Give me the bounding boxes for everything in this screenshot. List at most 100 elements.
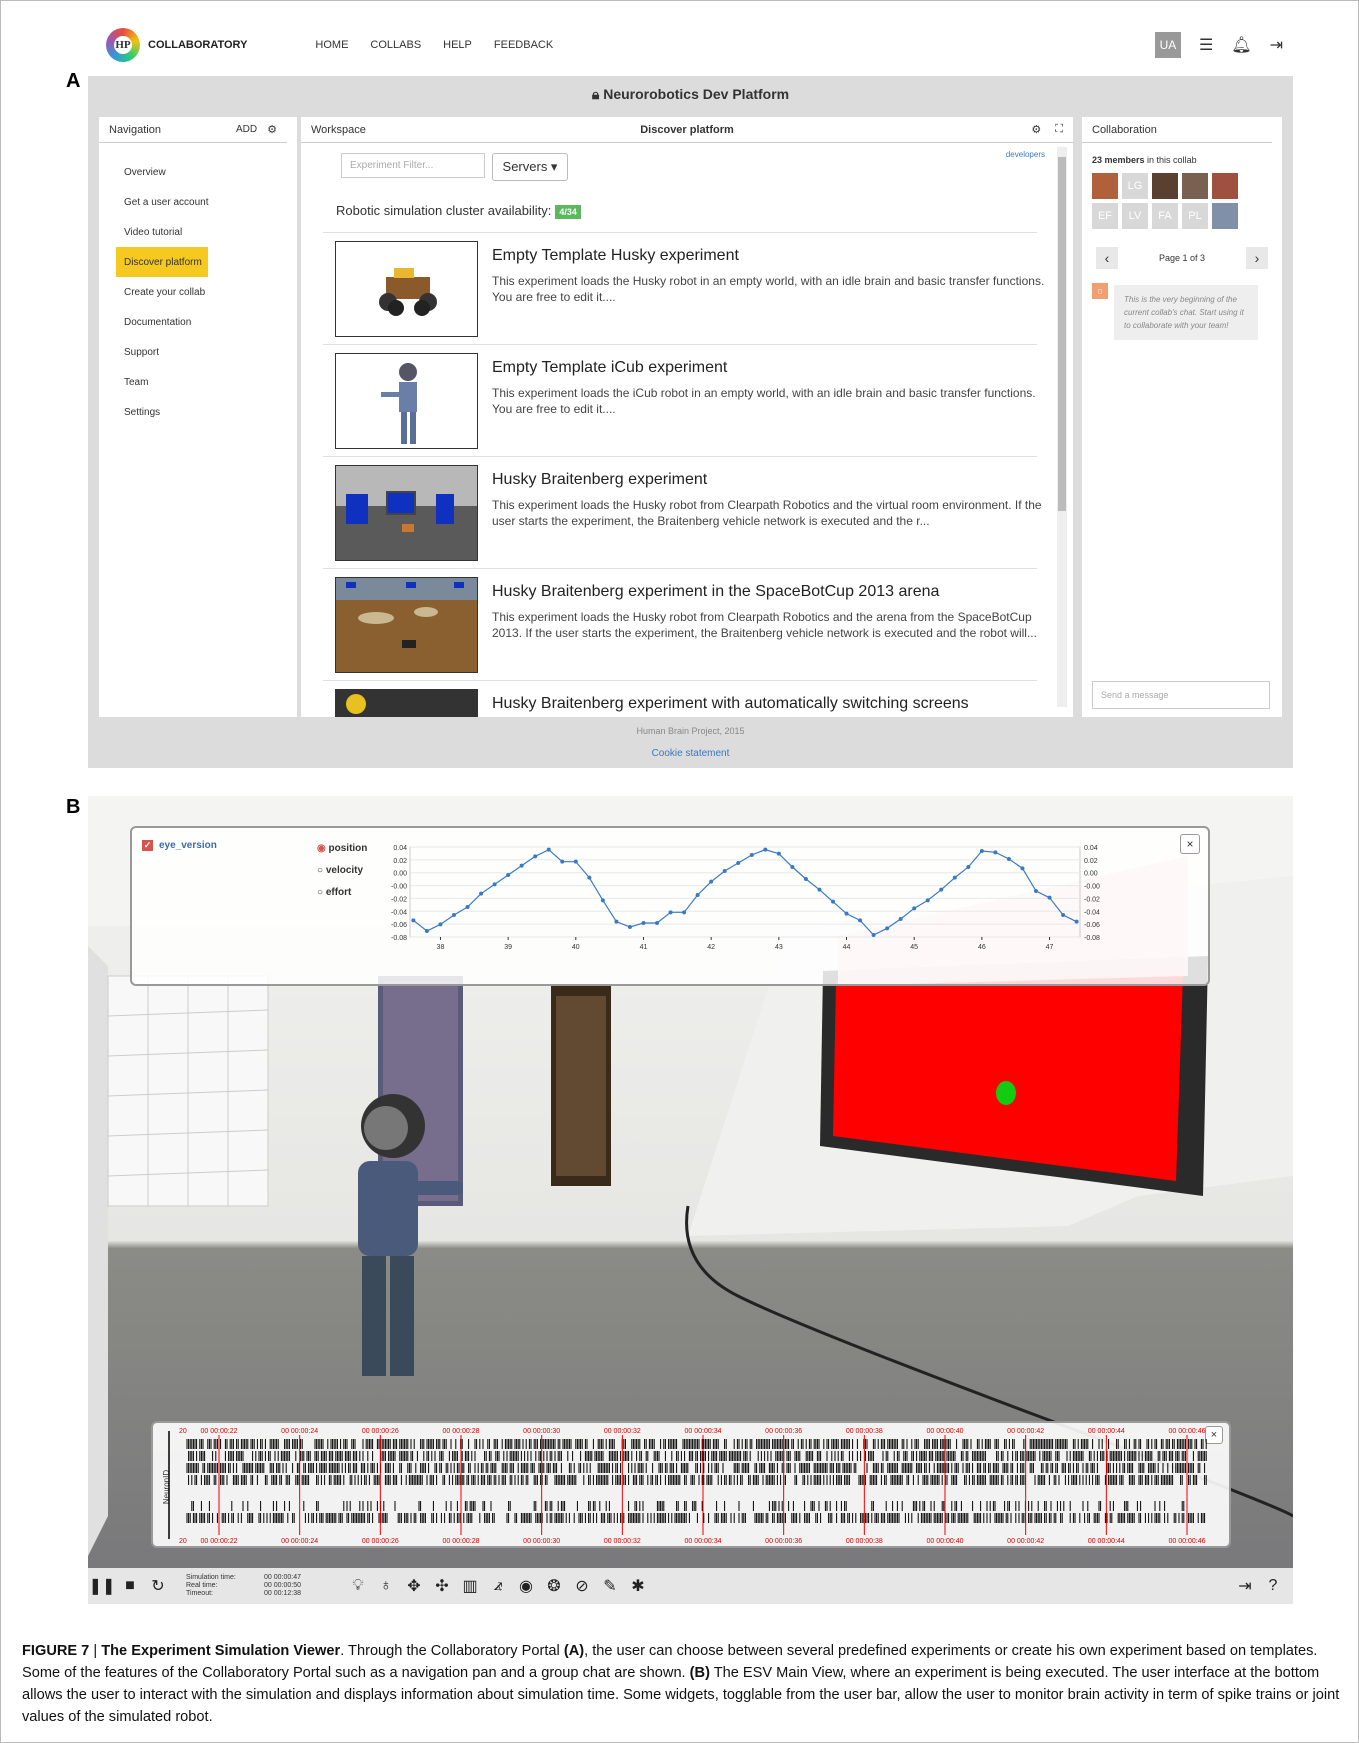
asterisk-icon[interactable]: ✱ (624, 1572, 652, 1600)
workspace-title: Workspace (311, 123, 366, 136)
nav-item-video-tutorial[interactable]: Video tutorial (124, 217, 297, 247)
logout-icon[interactable]: ⇥ (1270, 35, 1283, 55)
nav-item-support[interactable]: Support (124, 337, 297, 367)
move-camera-icon[interactable]: ✥ (400, 1572, 428, 1600)
joint-checkbox-row: ✓ eye_version (142, 840, 217, 851)
list-icon[interactable]: ☰ (1199, 35, 1213, 55)
series-line (413, 848, 1077, 936)
switching-screens-image (346, 694, 366, 714)
spacebotcup-thumbnail (335, 577, 478, 673)
experiment-title[interactable]: Empty Template iCub experiment (492, 359, 727, 377)
bell-icon[interactable]: 🔔︎ (1231, 35, 1251, 55)
joint-plot-icon[interactable]: ⦨ (484, 1572, 512, 1600)
experiment-title[interactable]: Empty Template Husky experiment (492, 247, 739, 265)
experiment-title[interactable]: Husky Braitenberg experiment in the Spac… (492, 583, 939, 601)
stop-icon[interactable]: ■ (116, 1572, 144, 1600)
member-avatar[interactable]: EF (1092, 203, 1118, 229)
eye-icon[interactable]: ◉ (512, 1572, 540, 1600)
data-point (749, 853, 754, 857)
next-page-button[interactable]: › (1245, 247, 1268, 269)
settings-gear-icon[interactable]: ⚙ (1031, 123, 1041, 136)
nav-item-create-collab[interactable]: Create your collab (124, 277, 297, 307)
data-point (506, 873, 511, 877)
exit-icon[interactable]: ⇥ (1231, 1572, 1259, 1600)
member-avatars: LG EF LV FA PL (1082, 169, 1252, 233)
simulation-3d-view[interactable]: ✓ eye_version ◉ position ○ velocity ○ ef… (88, 796, 1293, 1604)
scrollbar-thumb[interactable] (1058, 157, 1066, 511)
experiment-card[interactable]: Empty Template Husky experiment This exp… (323, 232, 1044, 344)
nav-item-discover-platform[interactable]: Discover platform (116, 247, 208, 277)
top-nav: HOME COLLABS HELP FEEDBACK (315, 39, 553, 51)
collaboration-panel: Collaboration 23 members in this collab … (1082, 117, 1282, 717)
reset-icon[interactable]: ↻ (144, 1572, 172, 1600)
experiment-card[interactable]: Empty Template iCub experiment This expe… (323, 344, 1037, 456)
prev-page-button[interactable]: ‹ (1096, 247, 1118, 269)
experiment-card[interactable]: Husky Braitenberg experiment in the Spac… (323, 568, 1037, 680)
developers-link[interactable]: developers (1006, 150, 1045, 159)
navigation-title: Navigation (109, 123, 161, 136)
nav-item-documentation[interactable]: Documentation (124, 307, 297, 337)
member-avatar[interactable]: LG (1122, 173, 1148, 199)
nav-item-settings[interactable]: Settings (124, 397, 297, 427)
logo-text: HP (114, 36, 132, 54)
radio-effort[interactable]: ○ effort (317, 882, 367, 904)
experiment-description: This experiment loads the Husky robot fr… (492, 498, 1042, 528)
experiment-card[interactable]: Husky Braitenberg experiment This experi… (323, 456, 1042, 568)
cookie-statement-link[interactable]: Cookie statement (88, 748, 1293, 759)
data-point (465, 905, 470, 909)
spike-train-icon[interactable]: ▥ (456, 1572, 484, 1600)
y-tick-label-right: -0.02 (1084, 896, 1100, 903)
nav-item-team[interactable]: Team (124, 367, 297, 397)
hbp-logo[interactable]: HP (106, 28, 140, 62)
compass-icon[interactable]: ⊘ (568, 1572, 596, 1600)
time-label-bottom: 00 00:00:28 (443, 1538, 480, 1545)
experiment-filter-input[interactable]: Experiment Filter... (341, 153, 485, 178)
member-avatar[interactable]: LV (1122, 203, 1148, 229)
member-avatar[interactable]: PL (1182, 203, 1208, 229)
member-avatar[interactable] (1212, 203, 1238, 229)
servers-dropdown[interactable]: Servers ▾ (492, 153, 568, 181)
gear-icon[interactable]: ⚙ (267, 123, 277, 136)
help-icon[interactable]: ? (1259, 1572, 1287, 1600)
member-avatar[interactable]: FA (1152, 203, 1178, 229)
workspace-scrollbar[interactable] (1057, 147, 1067, 707)
user-tools: UA ☰ 🔔︎ ⇥ (1154, 32, 1283, 58)
pause-icon[interactable]: ❚❚ (88, 1572, 116, 1600)
send-message-input[interactable]: Send a message (1092, 681, 1270, 709)
data-point (844, 911, 849, 916)
joint-plot-widget[interactable]: ✓ eye_version ◉ position ○ velocity ○ ef… (130, 826, 1210, 986)
fullscreen-icon[interactable]: ⛶ (1055, 123, 1063, 136)
spike-train-widget[interactable]: × NeuronID 20 20 00 00:00:22 00 00:00:22 00 0… (151, 1421, 1231, 1548)
radio-velocity[interactable]: ○ velocity (317, 860, 367, 882)
add-button[interactable]: ADD (236, 124, 257, 135)
nav-collabs[interactable]: COLLABS (370, 39, 421, 51)
data-point (1061, 913, 1066, 917)
nav-help[interactable]: HELP (443, 39, 472, 51)
data-point (682, 910, 687, 915)
member-avatar[interactable] (1152, 173, 1178, 199)
nav-item-get-account[interactable]: Get a user account (124, 187, 297, 217)
experiment-title[interactable]: Husky Braitenberg experiment (492, 471, 707, 489)
y-tick-label-left: -0.00 (391, 884, 407, 891)
nav-item-overview[interactable]: Overview (124, 157, 297, 187)
joint-close-button[interactable]: × (1180, 834, 1200, 854)
light-bulb-icon[interactable]: 💡︎ (344, 1572, 372, 1600)
orbit-camera-icon[interactable]: ✣ (428, 1572, 456, 1600)
radio-position[interactable]: ◉ position (317, 838, 367, 860)
x-tick-label: 46 (978, 944, 986, 951)
nav-feedback[interactable]: FEEDBACK (494, 39, 553, 51)
user-avatar[interactable]: UA (1154, 32, 1181, 58)
brain-visualizer-icon[interactable]: ❂ (540, 1572, 568, 1600)
experiment-description: This experiment loads the Husky robot fr… (492, 610, 1037, 640)
joint-checkbox[interactable]: ✓ (142, 840, 153, 851)
data-point (1006, 857, 1011, 861)
small-light-icon[interactable]: ♁ (372, 1572, 400, 1600)
member-avatar[interactable] (1212, 173, 1238, 199)
experiment-card[interactable]: Husky Braitenberg experiment with automa… (323, 680, 1037, 717)
member-avatar[interactable] (1182, 173, 1208, 199)
nav-home[interactable]: HOME (315, 39, 348, 51)
edit-icon[interactable]: ✎ (596, 1572, 624, 1600)
member-avatar[interactable] (1092, 173, 1118, 199)
experiment-title[interactable]: Husky Braitenberg experiment with automa… (492, 695, 969, 713)
cluster-text: Robotic simulation cluster availability: (336, 203, 552, 218)
